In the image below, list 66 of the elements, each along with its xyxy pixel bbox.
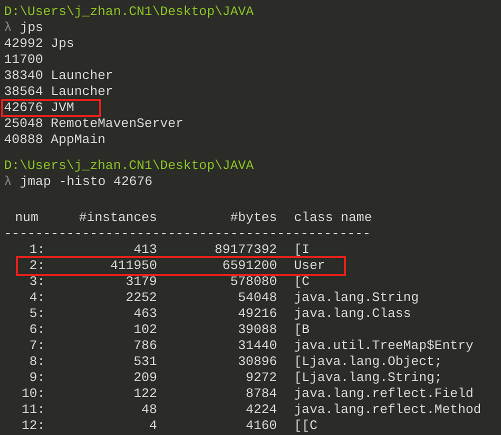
table-cell-text: 39088 (236, 322, 277, 338)
table-cell-text: 209 (132, 370, 157, 386)
table-cell-text: 411950 (109, 258, 157, 274)
table-cell-text: 9272 (244, 370, 277, 386)
output-line: 42676 JVM (2, 100, 100, 116)
table-cell-text: 54048 (236, 290, 277, 306)
table-cell-text: 12: (20, 418, 45, 434)
table-cell-text: 8784 (244, 386, 277, 402)
command-text: jmap -histo 42676 (20, 174, 152, 190)
table-cell-text: 5: (28, 306, 45, 322)
table-cell-text: 786 (132, 338, 157, 354)
table-cell-text: 102 (132, 322, 157, 338)
table-cell: [Ljava.lang.String; (294, 370, 442, 386)
path-prompt: D:\Users\j_zhan.CN1\Desktop\JAVA (4, 158, 254, 174)
table-cell-text: 4 (148, 418, 157, 434)
table-cell-text: 9: (28, 370, 45, 386)
output-line: 11700 (3, 52, 44, 68)
column-header: #bytes (229, 210, 277, 226)
table-cell: [Ljava.lang.Object; (294, 354, 442, 370)
separator-line: ----------------------------------------------- (4, 226, 371, 242)
column-header: class name (294, 210, 372, 226)
prompt-symbol: λ (4, 20, 12, 36)
table-cell-text: 7: (28, 338, 45, 354)
table-cell: java.lang.reflect.Method (294, 402, 482, 418)
path-prompt: D:\Users\j_zhan.CN1\Desktop\JAVA (4, 4, 254, 20)
table-cell: java.lang.Class (294, 306, 412, 322)
table-cell-text: 10: (20, 386, 45, 402)
output-line: 38564 Launcher (3, 84, 114, 100)
table-cell-text: 11: (20, 402, 45, 418)
table-cell-text: 1: (28, 242, 45, 258)
output-line: 42992 Jps (3, 36, 76, 52)
table-cell: [C (294, 274, 310, 290)
table-cell-text: 531 (132, 354, 157, 370)
prompt-symbol: λ (4, 174, 12, 190)
table-cell-text: 8: (28, 354, 45, 370)
table-cell-text: 2252 (124, 290, 157, 306)
table-cell-text: 3179 (124, 274, 157, 290)
table-cell-text: 89177392 (214, 242, 277, 258)
command-text: jps (20, 20, 44, 36)
table-cell-text: 31440 (236, 338, 277, 354)
table-cell: [I (294, 242, 310, 258)
table-cell-text: 2: (28, 258, 45, 274)
column-header: num (14, 210, 40, 226)
table-cell-text: 4224 (244, 402, 277, 418)
output-line: 40888 AppMain (3, 132, 106, 148)
table-cell: java.lang.reflect.Field (294, 386, 474, 402)
table-cell-text: 6: (28, 322, 45, 338)
table-cell-text: 30896 (236, 354, 277, 370)
table-cell-text: 48 (140, 402, 157, 418)
column-header: #instances (78, 210, 157, 226)
output-line: 38340 Launcher (3, 68, 114, 84)
table-cell-text: 49216 (236, 306, 277, 322)
table-cell-text: 122 (132, 386, 157, 402)
table-cell: User (294, 258, 326, 274)
table-cell-text: 4160 (244, 418, 277, 434)
table-cell-text: 413 (132, 242, 157, 258)
table-cell-text: 4: (28, 290, 45, 306)
table-cell: [[C (294, 418, 318, 434)
table-cell: java.util.TreeMap$Entry (294, 338, 474, 354)
table-cell-text: 463 (132, 306, 157, 322)
table-cell-text: 3: (28, 274, 45, 290)
table-cell-text: 6591200 (221, 258, 277, 274)
table-cell: [B (294, 322, 310, 338)
table-cell-text: 578080 (229, 274, 277, 290)
table-cell: java.lang.String (294, 290, 419, 306)
output-line: 25048 RemoteMavenServer (3, 116, 184, 132)
